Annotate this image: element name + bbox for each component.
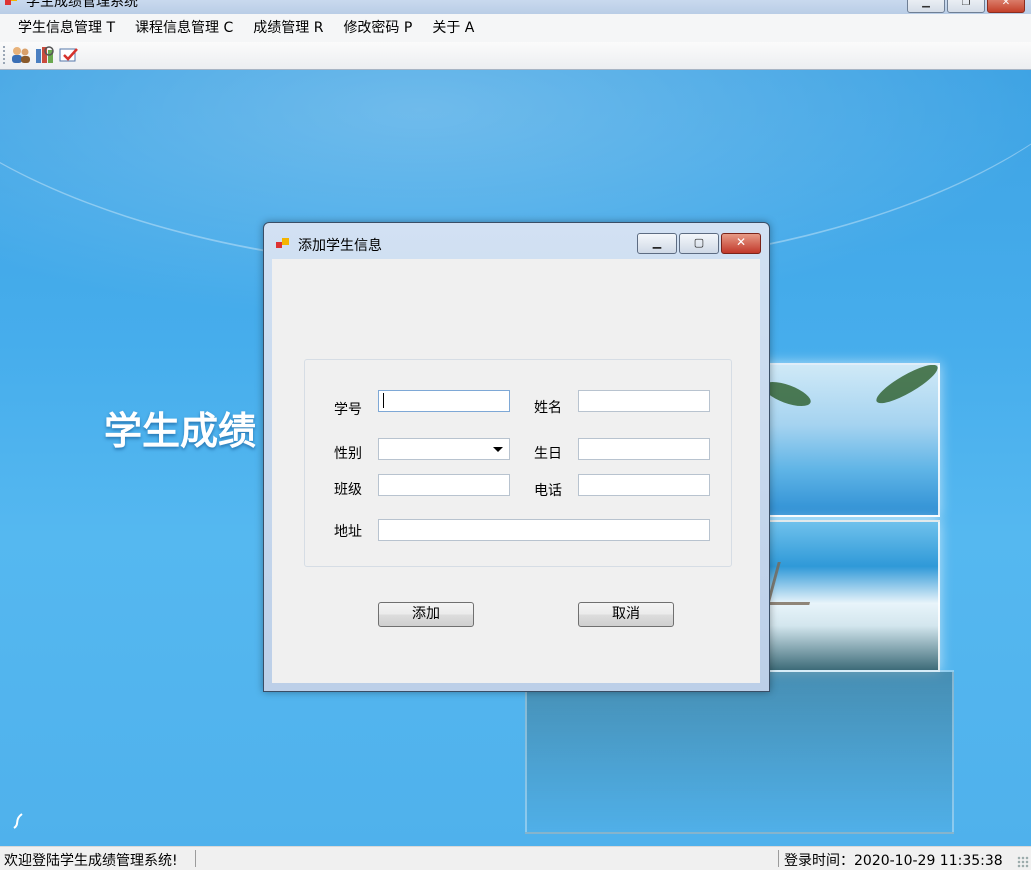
add-button[interactable]: 添加 — [378, 602, 474, 627]
dialog-title: 添加学生信息 — [298, 238, 382, 254]
grade-check-icon[interactable] — [58, 45, 79, 65]
address-label: 地址 — [334, 524, 362, 540]
maximize-button[interactable]: ❐ — [947, 0, 985, 13]
status-bar: 欢迎登陆学生成绩管理系统! 登录时间：2020-10-29 11:35:38 — [0, 846, 1031, 870]
user-manage-icon[interactable] — [10, 45, 31, 65]
close-icon: ✕ — [1001, 0, 1011, 8]
close-icon: ✕ — [735, 235, 747, 249]
menu-bar: 学生信息管理 T 课程信息管理 C 成绩管理 R 修改密码 P 关于 A — [0, 14, 1031, 42]
class-input[interactable] — [378, 474, 510, 496]
gender-label: 性别 — [334, 446, 362, 462]
dialog-maximize-button[interactable]: ▢ — [679, 233, 719, 254]
resize-grip-icon[interactable] — [1017, 856, 1029, 868]
minimize-icon: ▁ — [922, 0, 930, 8]
dropdown-arrow-icon[interactable] — [493, 447, 503, 452]
status-separator — [778, 850, 779, 867]
dialog-minimize-button[interactable]: ▁ — [637, 233, 677, 254]
menu-grade-manage[interactable]: 成绩管理 R — [243, 14, 333, 42]
phone-input[interactable] — [578, 474, 710, 496]
course-books-icon[interactable] — [34, 45, 55, 65]
phone-label: 电话 — [534, 483, 562, 499]
login-time-status: 登录时间：2020-10-29 11:35:38 — [784, 853, 1003, 869]
address-input[interactable] — [378, 519, 710, 541]
name-label: 姓名 — [534, 400, 562, 416]
main-window-title: 学生成绩管理系统 — [26, 0, 138, 10]
menu-student-info[interactable]: 学生信息管理 T — [8, 14, 125, 42]
menu-change-password[interactable]: 修改密码 P — [333, 14, 422, 42]
birthday-input[interactable] — [578, 438, 710, 460]
student-id-label: 学号 — [334, 402, 362, 418]
birthday-label: 生日 — [534, 446, 562, 462]
menu-course-info[interactable]: 课程信息管理 C — [125, 14, 243, 42]
maximize-icon: ▢ — [693, 236, 705, 249]
text-caret — [383, 393, 384, 408]
logo-icon — [13, 813, 23, 829]
dialog-client-area: 学号 姓名 性别 生日 班级 电话 地址 添加 取消 — [272, 259, 760, 683]
minimize-icon: ▁ — [652, 236, 662, 249]
gender-select[interactable] — [378, 438, 510, 460]
status-separator — [195, 850, 196, 867]
name-input[interactable] — [578, 390, 710, 412]
beach-photo-reflection — [525, 670, 954, 834]
toolbar-grip[interactable] — [3, 46, 5, 64]
minimize-button[interactable]: ▁ — [907, 0, 945, 13]
dialog-app-icon — [276, 238, 289, 248]
dialog-close-button[interactable]: ✕ — [721, 233, 761, 254]
welcome-status: 欢迎登陆学生成绩管理系统! — [4, 853, 178, 869]
beach-photo-panel-bottom — [740, 520, 940, 672]
student-id-input[interactable] — [378, 390, 510, 412]
toolbar — [0, 42, 1031, 70]
class-label: 班级 — [334, 482, 362, 498]
restore-icon: ❐ — [961, 0, 971, 8]
beach-photo-panel-top — [740, 363, 940, 517]
cancel-button[interactable]: 取消 — [578, 602, 674, 627]
app-icon — [5, 0, 17, 5]
main-title-bar[interactable]: 学生成绩管理系统 ▁ ❐ ✕ — [0, 0, 1031, 14]
close-button[interactable]: ✕ — [987, 0, 1025, 13]
system-headline: 学生成绩 — [104, 408, 257, 453]
add-student-dialog: 添加学生信息 ▁ ▢ ✕ 学号 姓名 性别 生日 班级 电话 地址 添加 取消 — [263, 222, 770, 692]
menu-about[interactable]: 关于 A — [422, 14, 484, 42]
